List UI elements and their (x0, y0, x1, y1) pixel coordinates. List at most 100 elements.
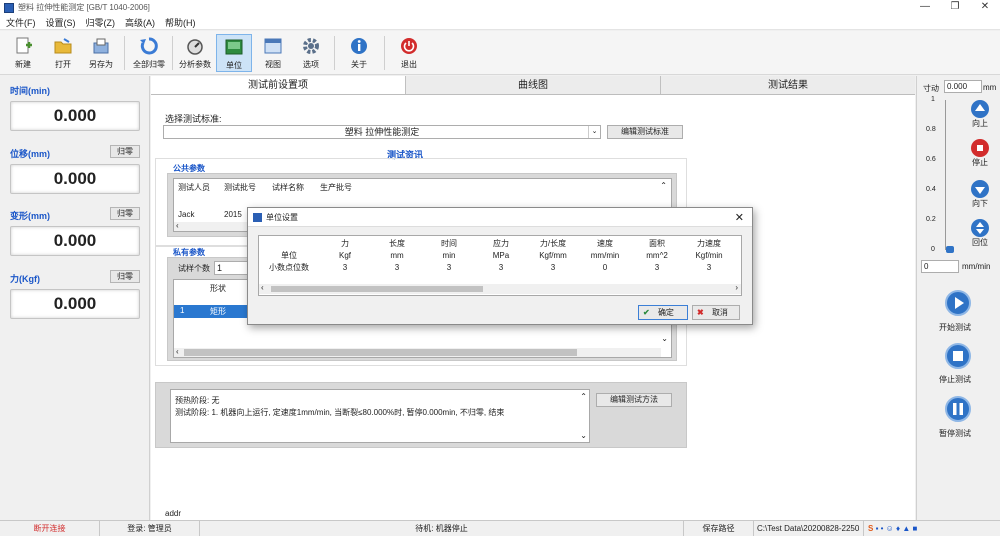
dialog-cancel-button[interactable]: ✖ 取消 (692, 305, 740, 320)
sample-count-input[interactable]: 1 (214, 261, 248, 275)
unit-speed-value[interactable]: mm/min (579, 250, 631, 262)
reset-all-button[interactable]: 全部归零 (130, 34, 168, 72)
speed-input[interactable]: 0 (921, 260, 959, 273)
stop-square-icon (953, 351, 963, 361)
edit-standard-button[interactable]: 编辑测试标准 (607, 125, 683, 139)
arrow-up-icon (971, 100, 989, 118)
dialog-ok-label: 确定 (657, 308, 674, 317)
standard-select-value: 塑料 拉伸性能测定 (344, 127, 420, 137)
restore-button[interactable]: ❐ (940, 0, 970, 15)
scroll-up-icon[interactable]: ⌃ (660, 181, 667, 190)
tab-curve[interactable]: 曲线图 (406, 76, 661, 94)
save-as-button[interactable]: 另存为 (84, 34, 118, 72)
ime-icon[interactable]: S (868, 524, 873, 533)
displacement-zero-button[interactable]: 归零 (110, 145, 140, 158)
unit-button[interactable]: 单位 (216, 34, 252, 72)
scale-0-8: 0.8 (926, 126, 936, 133)
scroll-down-icon[interactable]: ⌄ (580, 431, 587, 440)
unit-stress-value[interactable]: MPa (475, 250, 527, 262)
edit-method-button[interactable]: 编辑测试方法 (596, 393, 672, 407)
about-button[interactable]: 关于 (342, 34, 376, 72)
decimal-force-speed-value[interactable]: 3 (683, 262, 735, 274)
unit-hscroll-thumb[interactable] (271, 286, 483, 292)
standard-select[interactable]: 塑料 拉伸性能测定 ⌄ (163, 125, 601, 139)
private-hscrollbar[interactable]: ‹ (174, 347, 661, 357)
exit-button[interactable]: 退出 (392, 34, 426, 72)
window-title: 塑料 拉伸性能测定 [GB/T 1040-2006] (18, 3, 150, 12)
decimal-force-value[interactable]: 3 (319, 262, 371, 274)
menu-advanced[interactable]: 高级(A) (121, 16, 159, 29)
decimal-force-length-value[interactable]: 3 (527, 262, 579, 274)
minimize-button[interactable]: — (910, 0, 940, 15)
batch-no-value[interactable]: 2015 (224, 210, 242, 219)
view-button[interactable]: 视图 (256, 34, 290, 72)
dialog-ok-button[interactable]: ✔ 确定 (638, 305, 688, 320)
col-batch-no: 测试批号 (224, 183, 256, 192)
stop-test-button[interactable] (945, 343, 971, 369)
new-button[interactable]: 新建 (6, 34, 40, 72)
tab-pre-test-setup[interactable]: 测试前设置项 (151, 76, 406, 94)
test-method-text: 预热阶段: 无 测试阶段: 1. 机器向上运行, 定速度1mm/min, 当断裂… (170, 389, 590, 443)
return-home-icon (971, 219, 989, 237)
close-button[interactable]: ✕ (970, 0, 1000, 15)
tray-status-icons[interactable]: ▪ • ☺ ♦ ▲ ■ (876, 524, 918, 533)
reset-all-label: 全部归零 (133, 60, 165, 69)
menu-zero[interactable]: 归零(Z) (82, 16, 120, 29)
home-button[interactable]: 回位 (967, 219, 993, 248)
unit-label: 单位 (226, 61, 242, 70)
about-label: 关于 (351, 60, 367, 69)
deformation-zero-button[interactable]: 归零 (110, 207, 140, 220)
tab-results[interactable]: 测试结果 (661, 76, 915, 94)
options-button[interactable]: 选项 (294, 34, 328, 72)
jog-stop-button[interactable]: 停止 (967, 139, 993, 168)
jog-slider-handle[interactable] (946, 246, 954, 253)
up-label: 向上 (972, 119, 988, 128)
scroll-up-icon[interactable]: ⌃ (580, 392, 587, 401)
decimal-length-value[interactable]: 3 (371, 262, 423, 274)
scroll-left-icon[interactable]: ‹ (261, 283, 264, 292)
dialog-close-icon[interactable]: ✕ (735, 211, 744, 224)
unit-time-value[interactable]: min (423, 250, 475, 262)
unit-settings-dialog: 单位设置 ✕ 力 长度 时间 应力 力/长度 速度 面积 力速度 单位 Kgf … (247, 207, 753, 325)
dialog-app-icon (253, 212, 262, 222)
scale-0-2: 0.2 (926, 216, 936, 223)
scroll-right-icon[interactable]: › (735, 283, 738, 292)
jog-label: 寸动 (923, 84, 939, 93)
stop-test-label: 停止测试 (939, 375, 971, 384)
unit-force-length-value[interactable]: Kgf/mm (527, 250, 579, 262)
open-button[interactable]: 打开 (46, 34, 80, 72)
analysis-params-button[interactable]: 分析参数 (176, 34, 214, 72)
unit-force-value[interactable]: Kgf (319, 250, 371, 262)
scroll-left-icon[interactable]: ‹ (176, 221, 179, 230)
jog-down-button[interactable]: 向下 (967, 180, 993, 209)
unit-hscrollbar[interactable]: ‹ › (259, 283, 741, 294)
decimal-speed-value[interactable]: 0 (579, 262, 631, 274)
unit-force-speed-value[interactable]: Kgf/min (683, 250, 735, 262)
scroll-down-icon[interactable]: ⌄ (661, 334, 668, 343)
private-hscroll-thumb[interactable] (184, 349, 577, 356)
test-method-panel: 预热阶段: 无 测试阶段: 1. 机器向上运行, 定速度1mm/min, 当断裂… (155, 382, 687, 448)
save-as-icon (91, 36, 111, 56)
tester-value[interactable]: Jack (178, 210, 194, 219)
unit-length-value[interactable]: mm (371, 250, 423, 262)
unit-header-time: 时间 (441, 239, 457, 248)
connection-status: 断开连接 (0, 521, 100, 536)
menu-settings[interactable]: 设置(S) (42, 16, 80, 29)
menu-help[interactable]: 帮助(H) (161, 16, 200, 29)
menu-file[interactable]: 文件(F) (2, 16, 40, 29)
decimal-area-value[interactable]: 3 (631, 262, 683, 274)
decimal-time-value[interactable]: 3 (423, 262, 475, 274)
force-zero-button[interactable]: 归零 (110, 270, 140, 283)
scroll-left-icon[interactable]: ‹ (176, 347, 179, 356)
time-value: 0.000 (10, 101, 140, 131)
unit-area-value[interactable]: mm^2 (631, 250, 683, 262)
start-test-button[interactable] (945, 290, 971, 316)
chevron-down-icon: ⌄ (588, 126, 600, 138)
unit-table: 力 长度 时间 应力 力/长度 速度 面积 力速度 单位 Kgf mm min … (258, 235, 742, 296)
pause-test-button[interactable] (945, 396, 971, 422)
jog-input[interactable]: 0.000 (944, 80, 982, 93)
decimal-stress-value[interactable]: 3 (475, 262, 527, 274)
dialog-title-bar: 单位设置 ✕ (248, 208, 752, 227)
jog-up-button[interactable]: 向上 (967, 100, 993, 129)
displacement-sensor: 位移(mm) 归零 0.000 (10, 145, 140, 194)
